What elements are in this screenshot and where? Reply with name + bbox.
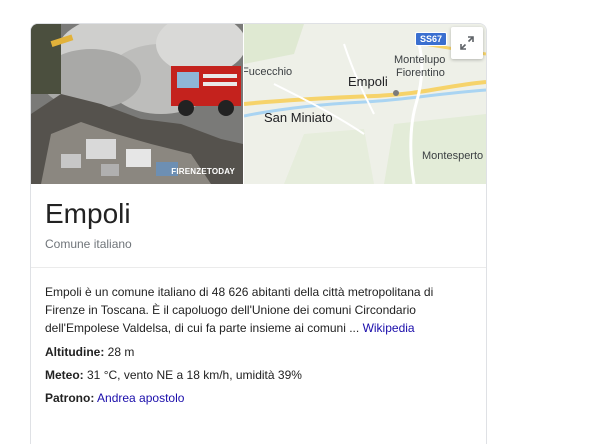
map-label-san-miniato: San Miniato: [264, 110, 333, 125]
fact-patron-label: Patrono:: [45, 391, 95, 405]
photo-watermark: FIRENZETODAY: [171, 167, 235, 176]
section-divider: [31, 267, 486, 268]
fact-patron: Patrono: Andrea apostolo: [45, 390, 184, 406]
expand-map-button[interactable]: [451, 27, 483, 59]
fact-altitude: Altitudine: 28 m: [45, 344, 134, 360]
map-label-fucecchio: Fucecchio: [244, 66, 293, 78]
patron-link[interactable]: Andrea apostolo: [97, 391, 184, 405]
entity-description: Empoli è un comune italiano di 48 626 ab…: [45, 283, 475, 337]
map-label-montelupo: Montelupo: [394, 54, 446, 66]
map-label-empoli: Empoli: [348, 74, 388, 89]
fact-altitude-label: Altitudine:: [45, 345, 105, 359]
road-shield-ss67: SS67: [415, 32, 448, 46]
wikipedia-link[interactable]: Wikipedia: [363, 321, 415, 335]
map-label-fiorentino: Fiorentino: [396, 67, 445, 79]
map-label-montespertoli: Montesperto: [422, 150, 484, 162]
expand-icon: [460, 36, 474, 50]
entity-title: Empoli: [45, 198, 131, 229]
fact-weather-label[interactable]: Meteo:: [45, 368, 84, 382]
media-strip: FIRENZETODAY Fucecchio Empoli Montelupo …: [31, 24, 486, 184]
entity-subtitle: Comune italiano: [45, 237, 132, 251]
fact-altitude-value: 28 m: [104, 345, 135, 359]
fact-weather-value: 31 °C, vento NE a 18 km/h, umidità 39%: [83, 368, 302, 382]
fact-weather: Meteo: 31 °C, vento NE a 18 km/h, umidit…: [45, 367, 302, 383]
map-thumbnail[interactable]: Fucecchio Empoli Montelupo Fiorentino Sa…: [244, 24, 486, 184]
city-photo[interactable]: FIRENZETODAY: [31, 24, 243, 184]
knowledge-panel: FIRENZETODAY Fucecchio Empoli Montelupo …: [30, 23, 487, 444]
